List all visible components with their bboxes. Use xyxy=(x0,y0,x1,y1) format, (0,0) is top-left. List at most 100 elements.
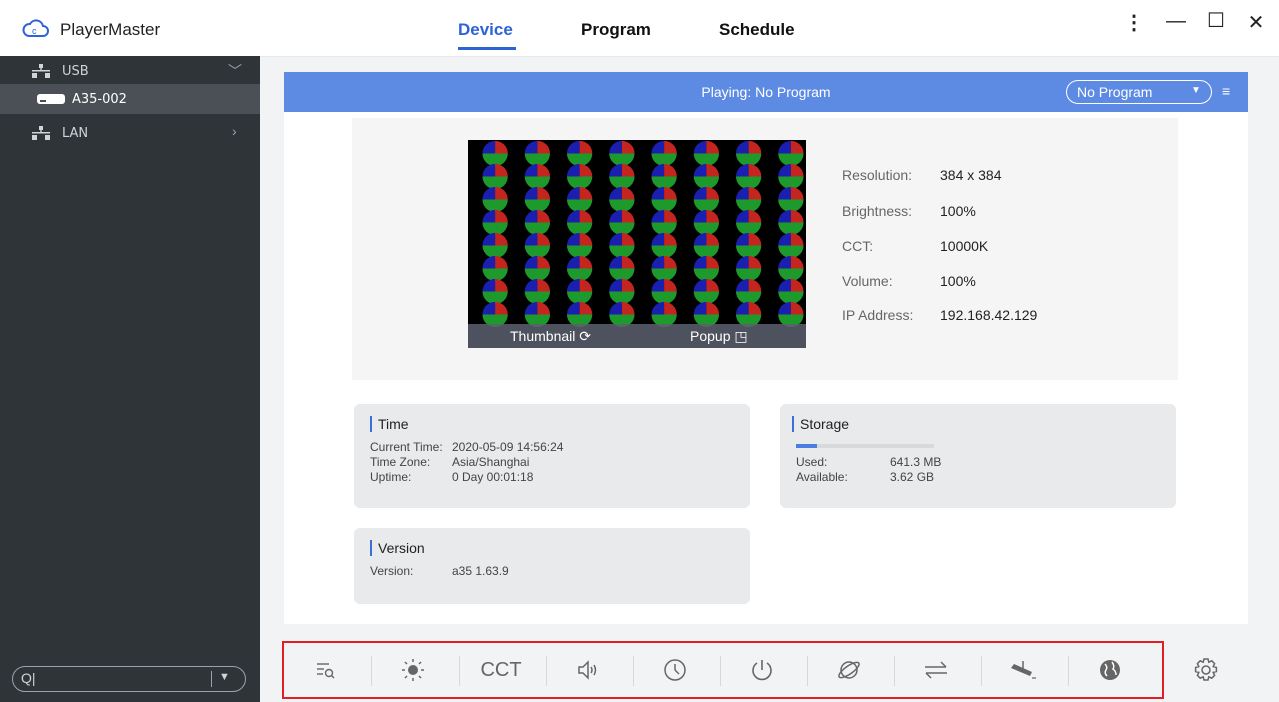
pattern-slice xyxy=(706,186,720,200)
pattern-slice xyxy=(651,186,665,200)
preview-caption: Thumbnail ⟳ Popup ◳ xyxy=(468,324,806,348)
pattern-slice xyxy=(693,140,707,154)
pattern-slice xyxy=(579,186,593,200)
pattern-slice xyxy=(778,232,791,246)
timing-button[interactable] xyxy=(645,648,705,692)
more-vert-icon[interactable]: ⋮ xyxy=(1122,10,1146,35)
pattern-slice xyxy=(664,301,677,315)
tab-device[interactable]: Device xyxy=(458,20,513,40)
search-icon: Q| xyxy=(21,670,36,686)
pattern-slice xyxy=(482,140,496,154)
storage-usage-bar xyxy=(796,444,934,448)
brightness-button[interactable] xyxy=(383,648,443,692)
pattern-slice xyxy=(693,163,707,177)
pattern-slice xyxy=(706,278,720,292)
pattern-slice xyxy=(482,186,496,200)
sidebar-item-lan[interactable]: LAN › xyxy=(0,118,260,148)
screen-mount-button[interactable] xyxy=(993,648,1053,692)
sidebar-item-usb[interactable]: USB ﹀ xyxy=(0,56,260,86)
pattern-slice xyxy=(790,255,804,269)
pattern-slice xyxy=(706,209,720,223)
toolbar-divider xyxy=(720,656,721,686)
pattern-slice xyxy=(778,255,791,269)
settings-button[interactable] xyxy=(1176,648,1236,692)
pattern-slice xyxy=(651,140,665,154)
pattern-slice xyxy=(735,140,749,154)
pattern-slice xyxy=(693,209,707,223)
preview-pattern-image xyxy=(482,140,804,328)
pattern-slice xyxy=(579,301,593,315)
pattern-slice xyxy=(537,163,551,177)
pattern-slice xyxy=(790,186,804,200)
volume-button[interactable] xyxy=(558,648,618,692)
pattern-slice xyxy=(693,255,707,269)
pattern-slice xyxy=(706,163,720,177)
pattern-slice xyxy=(748,255,762,269)
resolution-value: 384 x 384 xyxy=(940,167,1002,183)
current-time-value: 2020-05-09 14:56:24 xyxy=(452,440,564,454)
pattern-slice xyxy=(748,163,762,177)
pattern-slice xyxy=(524,163,538,177)
pattern-slice xyxy=(495,301,508,315)
pattern-slice xyxy=(482,255,496,269)
toolbar-divider xyxy=(459,656,460,686)
pattern-slice xyxy=(790,140,804,154)
power-button[interactable] xyxy=(732,648,792,692)
pattern-slice xyxy=(651,209,665,223)
close-icon[interactable]: ✕ xyxy=(1244,10,1268,35)
pattern-slice xyxy=(482,278,496,292)
pattern-slice xyxy=(524,255,538,269)
pattern-slice xyxy=(778,186,791,200)
swap-icon xyxy=(925,661,947,679)
cct-button[interactable]: CCT xyxy=(471,648,531,692)
tab-program[interactable]: Program xyxy=(581,20,651,40)
pattern-slice xyxy=(495,163,508,177)
pattern-slice xyxy=(524,301,538,315)
sidebar-item-device[interactable]: A35-002 xyxy=(0,84,260,114)
used-label: Used: xyxy=(796,455,828,469)
pattern-slice xyxy=(735,278,749,292)
ip-address-label: IP Address: xyxy=(842,307,914,323)
pattern-slice xyxy=(566,301,580,315)
brightness-value: 100% xyxy=(940,203,976,219)
pattern-slice xyxy=(778,163,791,177)
pattern-slice xyxy=(621,301,635,315)
network-config-button[interactable] xyxy=(819,648,879,692)
pattern-slice xyxy=(609,163,622,177)
pattern-slice xyxy=(524,278,538,292)
pattern-slice xyxy=(664,255,677,269)
device-search-input[interactable]: Q| ▼ xyxy=(12,666,246,692)
pattern-slice xyxy=(735,232,749,246)
network-icon xyxy=(32,64,50,78)
sidebar-item-label: LAN xyxy=(62,126,89,141)
pattern-slice xyxy=(735,301,749,315)
time-zone-label: Time Zone: xyxy=(370,455,431,469)
menu-icon[interactable]: ≡ xyxy=(1222,83,1230,99)
refresh-icon: ⟳ xyxy=(579,328,591,344)
web-button[interactable] xyxy=(1080,648,1140,692)
pattern-slice xyxy=(651,232,665,246)
uptime-label: Uptime: xyxy=(370,470,412,484)
toolbar-divider xyxy=(371,656,372,686)
pattern-slice xyxy=(495,278,508,292)
sync-button[interactable] xyxy=(906,648,966,692)
pattern-slice xyxy=(495,209,508,223)
chevron-down-icon: ﹀ xyxy=(228,63,242,79)
pattern-slice xyxy=(735,255,749,269)
list-search-button[interactable] xyxy=(296,648,356,692)
pattern-slice xyxy=(778,301,791,315)
maximize-icon[interactable]: ☐ xyxy=(1204,8,1228,33)
minimize-icon[interactable]: — xyxy=(1164,10,1188,33)
pattern-slice xyxy=(609,186,622,200)
dropdown-caret-icon[interactable]: ▼ xyxy=(219,671,230,683)
volume-label: Volume: xyxy=(842,273,893,289)
tab-schedule[interactable]: Schedule xyxy=(719,20,795,40)
popup-button[interactable]: Popup ◳ xyxy=(690,328,748,345)
divider xyxy=(211,671,212,687)
program-select[interactable]: No Program ▼ xyxy=(1066,80,1212,104)
thumbnail-refresh-button[interactable]: Thumbnail ⟳ xyxy=(510,328,591,345)
pattern-slice xyxy=(579,278,593,292)
used-value: 641.3 MB xyxy=(890,455,942,469)
pattern-slice xyxy=(748,186,762,200)
power-icon xyxy=(752,660,772,681)
